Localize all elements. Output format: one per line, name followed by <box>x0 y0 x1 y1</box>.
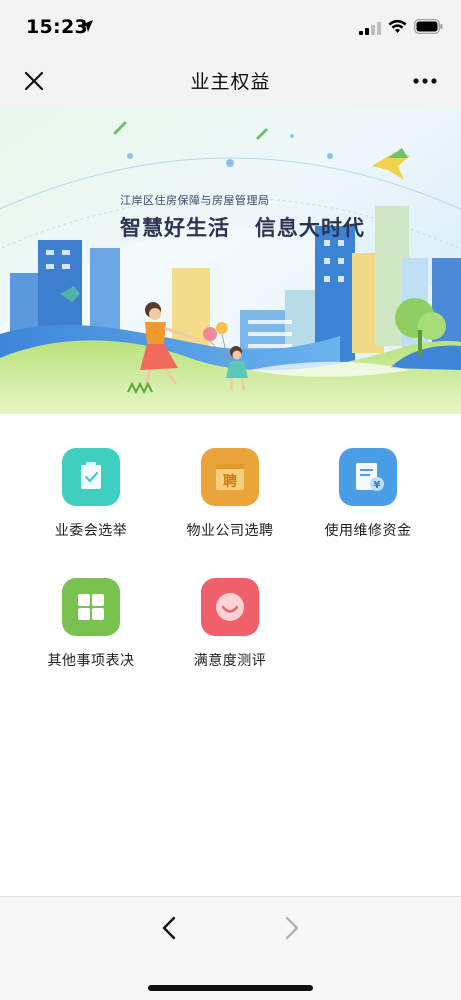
banner-illustration <box>0 108 461 414</box>
recruit-box-icon: 聘 <box>201 448 259 506</box>
clipboard-check-icon <box>62 448 120 506</box>
recruit-glyph: 聘 <box>223 473 237 490</box>
nav-bar: 业主权益 <box>0 54 461 108</box>
grid-icon <box>62 578 120 636</box>
forward-button[interactable] <box>279 913 305 943</box>
funds-document-icon: ¥ <box>339 448 397 506</box>
page-title: 业主权益 <box>190 71 271 93</box>
menu-item-property-company-selection[interactable]: 聘 物业公司选聘 <box>155 448 305 540</box>
menu-item-maintenance-funds[interactable]: ¥ 使用维修资金 <box>293 448 443 540</box>
more-options-button[interactable] <box>408 70 442 92</box>
menu-item-other-matters-vote[interactable]: 其他事项表决 <box>16 578 166 670</box>
battery-icon <box>414 19 443 34</box>
banner: 江岸区住房保障与房屋管理局 智慧好生活 信息大时代 <box>0 108 461 414</box>
top-area: 15:23 业主权益 <box>0 0 461 108</box>
menu-label: 业委会选举 <box>54 523 128 539</box>
banner-org-name: 江岸区住房保障与房屋管理局 <box>120 194 270 207</box>
cellular-signal-icon <box>359 22 381 35</box>
menu-label: 使用维修资金 <box>324 523 412 539</box>
menu-item-owners-committee-election[interactable]: 业委会选举 <box>16 448 166 540</box>
home-indicator <box>148 985 313 991</box>
menu-label: 物业公司选聘 <box>186 523 274 539</box>
banner-slogan: 智慧好生活 信息大时代 <box>120 216 365 240</box>
status-bar: 15:23 <box>0 0 461 54</box>
bottom-toolbar <box>0 896 461 1000</box>
wifi-icon <box>388 19 407 33</box>
location-arrow-icon <box>81 20 93 32</box>
menu-item-satisfaction-survey[interactable]: 满意度测评 <box>155 578 305 670</box>
currency-glyph: ¥ <box>374 480 381 491</box>
back-button[interactable] <box>156 913 182 943</box>
smile-icon <box>201 578 259 636</box>
menu-label: 其他事项表决 <box>47 653 135 669</box>
status-time: 15:23 <box>26 16 88 38</box>
menu-label: 满意度测评 <box>193 653 267 669</box>
